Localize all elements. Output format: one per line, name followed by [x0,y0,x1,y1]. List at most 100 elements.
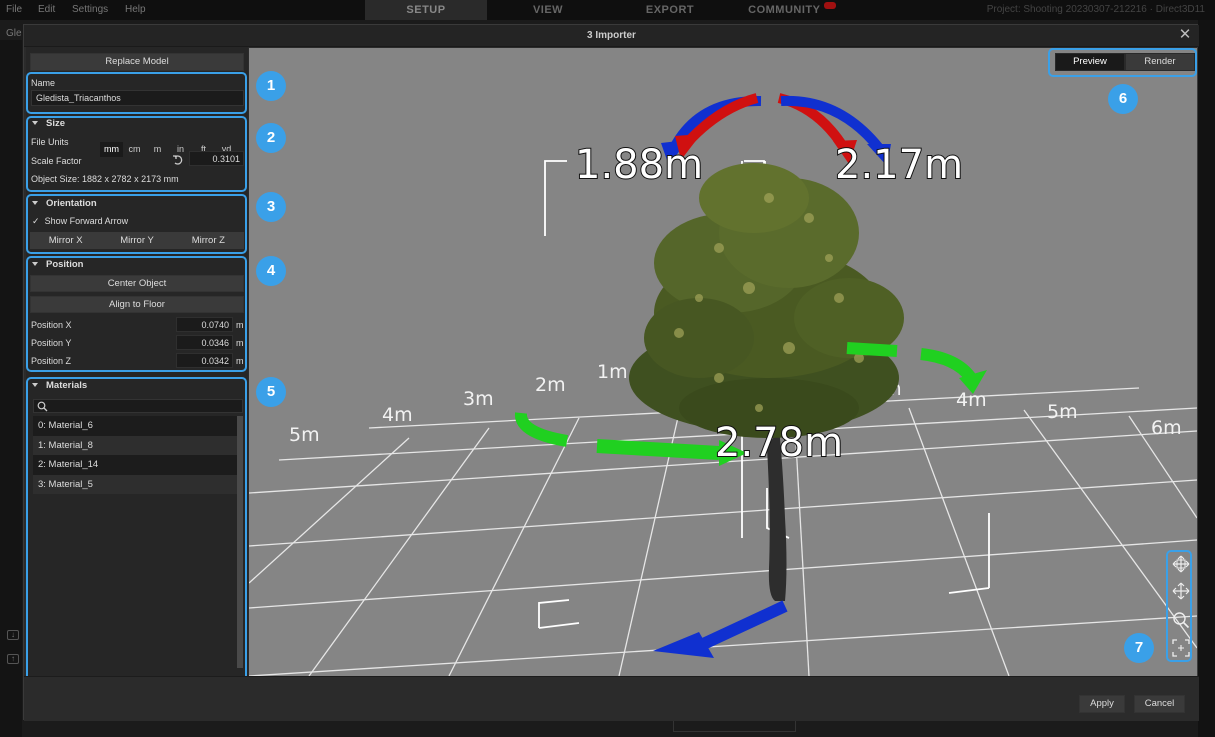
menu-settings[interactable]: Settings [72,4,108,15]
position-x-input[interactable] [176,317,233,332]
unit-mm[interactable]: mm [100,142,123,157]
menu-help[interactable]: Help [125,4,146,15]
importer-dialog: 3 Importer ✕ Replace Model Name Size Fil… [23,24,1199,721]
mirror-z-button[interactable]: Mirror Z [173,232,244,249]
mirror-x-button[interactable]: Mirror X [30,232,101,249]
callout-badge: 2 [256,123,286,153]
mirror-y-button[interactable]: Mirror Y [101,232,172,249]
grid-label: 6m [1151,417,1182,439]
menu-edit[interactable]: Edit [38,4,55,15]
position-x-unit: m [236,320,244,330]
position-z-input[interactable] [176,353,233,368]
callout-badge: 3 [256,192,286,222]
materials-list: 0: Material_6 1: Material_8 2: Material_… [33,416,237,494]
import-icon[interactable]: ↓ [7,630,19,640]
dialog-title: 3 Importer [587,30,636,41]
grid-label: 1m [597,361,628,383]
center-object-button[interactable]: Center Object [30,275,244,292]
apply-button[interactable]: Apply [1079,695,1125,713]
move-icon[interactable] [1172,555,1190,573]
callout-badge: 5 [256,377,286,407]
replace-model-button[interactable]: Replace Model [30,53,244,71]
grid-label: 4m [956,389,987,411]
project-label: Project: Shooting 20230307-212216 · Dire… [986,4,1205,15]
menu-file[interactable]: File [6,4,22,15]
scale-factor-label: Scale Factor [31,156,82,166]
close-button[interactable]: ✕ [1177,27,1193,43]
pan-icon[interactable] [1172,582,1190,600]
mode-tabs: SETUP VIEW EXPORT COMMUNITY [365,0,853,20]
export-icon[interactable]: ↑ [7,654,19,664]
viewport-scene: 5m 4m 3m 2m 1m 3m 4m 5m 6m [249,93,1197,676]
unit-cm[interactable]: cm [123,142,146,157]
app-window: File Edit Settings Help SETUP VIEW EXPOR… [0,0,1215,737]
render-mode-toggle: Preview Render [1055,53,1195,71]
preview-button[interactable]: Preview [1055,53,1125,71]
callout-badge: 1 [256,71,286,101]
object-size-text: Object Size: 1882 x 2782 x 2173 mm [31,174,179,184]
dimension-label-height: 2.78m [715,420,843,466]
background-right-strip [1198,20,1215,737]
grid-label: 5m [1047,401,1078,423]
tree-model [629,163,904,601]
notification-badge [823,2,836,9]
tab-community[interactable]: COMMUNITY [731,0,853,20]
zoom-icon[interactable] [1172,611,1190,629]
orientation-header[interactable]: Orientation [32,198,97,209]
mirror-buttons: Mirror X Mirror Y Mirror Z [30,232,244,249]
size-header[interactable]: Size [32,118,65,129]
align-to-floor-button[interactable]: Align to Floor [30,296,244,313]
collapse-icon [32,383,38,388]
dimension-label-left: 1.88m [575,142,703,188]
list-item[interactable]: 3: Material_5 [33,474,237,494]
background-side-label: Gle [6,28,22,39]
callout-badge: 6 [1108,84,1138,114]
render-button[interactable]: Render [1125,53,1195,71]
tab-community-label: COMMUNITY [748,4,821,16]
background-left-strip: ↓ ↑ [0,40,22,737]
materials-search-input[interactable] [33,399,243,413]
list-item[interactable]: 2: Material_14 [33,455,237,475]
list-item[interactable]: 0: Material_6 [33,416,237,436]
position-y-label: Position Y [31,338,72,348]
checkmark-icon: ✓ [32,216,40,226]
unit-m[interactable]: m [146,142,169,157]
viewport-tools [1166,550,1192,662]
materials-scrollbar[interactable] [237,416,243,668]
dialog-titlebar: 3 Importer ✕ [24,25,1199,47]
menubar: File Edit Settings Help SETUP VIEW EXPOR… [0,0,1215,20]
show-forward-arrow-label: Show Forward Arrow [44,216,129,226]
tab-export[interactable]: EXPORT [609,0,731,20]
cancel-button[interactable]: Cancel [1134,695,1185,713]
materials-header-label: Materials [46,380,88,391]
settings-panel: Replace Model Name Size File Units mm cm… [26,47,248,692]
collapse-icon [32,121,38,126]
grid-label: 5m [289,424,320,446]
materials-header[interactable]: Materials [32,380,87,391]
size-header-label: Size [46,118,66,129]
position-z-unit: m [236,356,244,366]
position-y-input[interactable] [176,335,233,350]
collapse-icon [32,262,38,267]
position-z-label: Position Z [31,356,72,366]
list-item[interactable]: 1: Material_8 [33,435,237,455]
name-field[interactable] [31,90,244,106]
tab-setup[interactable]: SETUP [365,0,487,20]
position-header-label: Position [46,259,84,270]
show-forward-arrow-checkbox[interactable]: ✓ Show Forward Arrow [32,216,128,227]
grid-label: 3m [463,388,494,410]
position-y-unit: m [236,338,244,348]
search-icon [37,401,48,412]
frame-icon[interactable] [1172,639,1190,657]
callout-badge: 7 [1124,633,1154,663]
position-x-label: Position X [31,320,72,330]
3d-viewport[interactable]: 5m 4m 3m 2m 1m 3m 4m 5m 6m [249,48,1197,676]
scale-factor-input[interactable] [189,151,244,166]
file-units-label: File Units [31,137,69,147]
tab-view[interactable]: VIEW [487,0,609,20]
dimension-label-right: 2.17m [835,142,963,188]
reset-icon[interactable] [172,154,184,166]
name-label: Name [31,78,56,88]
grid-label: 4m [382,404,413,426]
position-header[interactable]: Position [32,259,83,270]
